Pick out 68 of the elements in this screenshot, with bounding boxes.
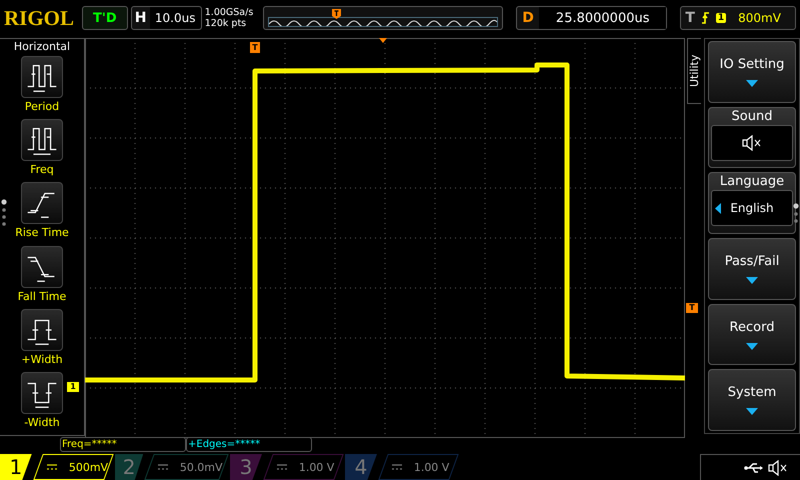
measure-button[interactable] [21, 372, 63, 414]
delay-label: D [521, 10, 535, 26]
channel-scale: 500mV [68, 460, 108, 474]
menu-label: Sound [732, 108, 772, 124]
channel-scale-display[interactable]: 50.0mV [144, 454, 229, 480]
trigger-label: T [685, 10, 695, 26]
measure-label: -Width [24, 416, 60, 429]
measurement-readout: +Edges=***** [186, 437, 312, 452]
channel-marker[interactable]: 1 [67, 382, 79, 392]
sample-rate: 1.00GSa/s [204, 7, 254, 18]
measure-button[interactable] [21, 119, 63, 162]
timebase-value: 10.0us [150, 7, 201, 29]
menu-title: Utility [687, 38, 701, 104]
memory-depth: 120k pts [204, 18, 248, 29]
menu-button[interactable]: IO Setting [708, 41, 796, 103]
usb-icon [744, 462, 764, 474]
left-arrow-icon [715, 203, 721, 214]
rising-edge-icon [700, 11, 710, 25]
dropdown-arrow-icon [746, 342, 758, 350]
dropdown-arrow-icon [746, 276, 758, 284]
muted-speaker-icon [742, 134, 762, 151]
dc-coupling-icon [46, 464, 57, 470]
dc-coupling-icon [158, 464, 168, 470]
channel-scale-display[interactable]: 500mV [33, 454, 114, 480]
trigger-position-marker[interactable]: T [250, 42, 260, 53]
menu-label: Language [720, 174, 784, 190]
dropdown-arrow-icon [746, 408, 758, 416]
dc-coupling-icon [277, 464, 287, 470]
channel-scale: 50.0mV [180, 460, 223, 474]
menu-button[interactable]: Record [708, 304, 796, 366]
trigger-status: T'D [82, 6, 128, 30]
measure-label: Freq [30, 163, 54, 176]
delay-value: 25.8000000us [539, 7, 666, 29]
center-marker-icon [379, 38, 387, 43]
menu-value-field[interactable]: English [711, 190, 793, 226]
trigger-delay-display[interactable]: D 25.8000000us [516, 6, 668, 30]
muted-speaker-icon [768, 460, 788, 476]
trigger-level: 800mV [738, 11, 781, 25]
brand-logo: RIGOL [4, 6, 76, 30]
measure-label: +Width [21, 352, 63, 366]
channel-number[interactable]: 1 [0, 454, 32, 480]
measure-label: Rise Time [15, 226, 69, 240]
measure-button[interactable] [21, 182, 63, 224]
menu-button[interactable]: System [708, 369, 796, 432]
dc-coupling-icon [392, 464, 402, 470]
trigger-display[interactable]: T 1 800mV [680, 6, 796, 30]
measurement-readout: Freq=***** [60, 437, 186, 452]
dropdown-arrow-icon [746, 80, 758, 87]
trigger-level-marker[interactable]: T [686, 303, 698, 313]
measure-label: Fall Time [18, 290, 66, 303]
menu-title: Horizontal [14, 40, 70, 53]
page-indicator-icon [793, 203, 799, 225]
menu-button[interactable]: Pass/Fail [708, 238, 796, 300]
measure-button[interactable] [21, 56, 63, 98]
channel-scale-display[interactable]: 1.00 V [378, 454, 459, 480]
page-indicator-icon [1, 199, 7, 227]
measure-label: Period [24, 100, 60, 113]
channel-scale: 1.00 V [299, 460, 335, 474]
timebase-display[interactable]: H 10.0us [130, 6, 202, 30]
trigger-position-icon [332, 9, 342, 19]
channel-scale: 1.00 V [414, 460, 450, 474]
menu-value-field[interactable] [711, 124, 793, 161]
channel-scale-display[interactable]: 1.00 V [263, 454, 344, 480]
measure-button[interactable] [21, 308, 63, 351]
trigger-source: 1 [716, 13, 726, 23]
channel-number[interactable]: 3 [230, 454, 262, 480]
measure-button[interactable] [21, 246, 63, 288]
timebase-label: H [134, 10, 148, 26]
